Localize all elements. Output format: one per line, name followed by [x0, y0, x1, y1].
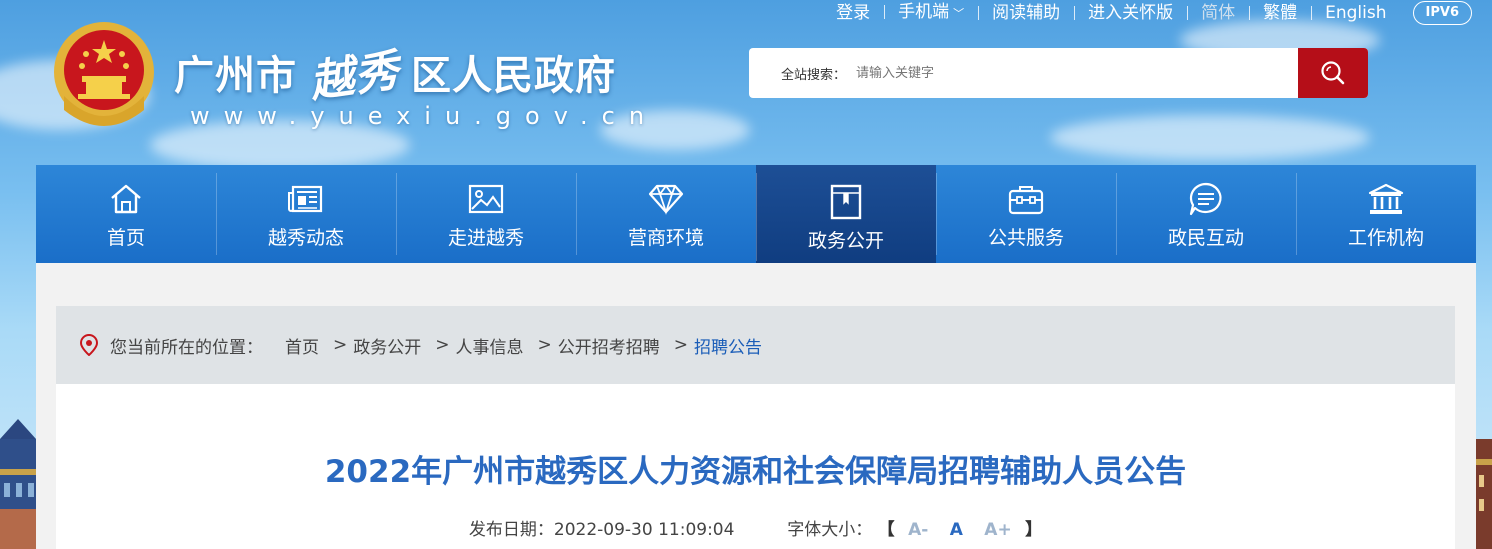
nav-item-public-service[interactable]: 公共服务: [936, 165, 1116, 263]
bracket-close: 】: [1025, 520, 1043, 540]
main-nav: 首页 越秀动态 走进越秀 营商环境 政务公开 公共服务 政民互动 工作机构: [36, 165, 1476, 269]
nav-item-interaction[interactable]: 政民互动: [1116, 165, 1296, 263]
home-icon: [106, 179, 146, 219]
left-building-illustration: [0, 419, 36, 549]
breadcrumb-recruitment[interactable]: 公开招考招聘: [558, 333, 660, 358]
nav-item-gov-affairs[interactable]: 政务公开: [756, 165, 936, 269]
diamond-icon: [646, 179, 686, 219]
nav-label: 政民互动: [1167, 226, 1244, 249]
picture-icon: [466, 179, 506, 219]
site-title-right: 区人民政府: [411, 53, 616, 99]
nav-label: 营商环境: [627, 226, 704, 249]
font-normal-button[interactable]: A: [950, 520, 963, 540]
nav-label: 政务公开: [807, 229, 884, 252]
publish-date-label: 发布日期：: [468, 520, 554, 540]
care-mode-link[interactable]: 进入关怀版: [1074, 1, 1187, 25]
chevron-down-icon: ﹀: [953, 7, 965, 20]
breadcrumb-separator: >: [537, 335, 552, 355]
breadcrumb-current[interactable]: 招聘公告: [694, 333, 762, 358]
traditional-link[interactable]: 繁體: [1249, 1, 1311, 25]
login-link[interactable]: 登录: [822, 1, 884, 25]
breadcrumb-home[interactable]: 首页: [285, 333, 319, 358]
right-building-illustration: [1476, 439, 1492, 549]
search-button[interactable]: [1298, 48, 1368, 98]
national-emblem-logo: [50, 18, 158, 130]
breadcrumb-lead: 您当前所在的位置：: [110, 337, 263, 358]
institution-icon: [1366, 179, 1406, 219]
breadcrumb-separator: >: [435, 335, 450, 355]
breadcrumb-personnel-info[interactable]: 人事信息: [456, 333, 524, 358]
breadcrumb-gov-affairs[interactable]: 政务公开: [353, 333, 421, 358]
location-pin-icon: [80, 334, 98, 356]
bracket-open: 【: [877, 520, 895, 540]
site-title-left: 广州市: [174, 53, 297, 99]
search-label: 全站搜索：: [781, 68, 847, 83]
breadcrumb-separator: >: [673, 335, 688, 355]
newspaper-icon: [286, 179, 326, 219]
publish-date: 2022-09-30 11:09:04: [553, 520, 735, 540]
site-title-calligraphy: 越秀: [306, 44, 403, 108]
chat-icon: [1186, 179, 1226, 219]
site-domain: www.yuexiu.gov.cn: [190, 102, 659, 130]
nav-label: 工作机构: [1347, 226, 1424, 249]
search-icon: [1321, 61, 1345, 85]
mobile-link-label: 手机端: [898, 2, 950, 22]
document-icon: [826, 182, 866, 222]
nav-label: 首页: [106, 226, 145, 249]
nav-label: 走进越秀: [447, 226, 524, 249]
ipv6-badge: IPV6: [1412, 1, 1472, 25]
nav-item-business[interactable]: 营商环境: [576, 165, 756, 263]
font-larger-button[interactable]: A+: [984, 520, 1011, 540]
top-links-bar: 登录 手机端 ﹀ 阅读辅助 进入关怀版 简体 繁體 English IPV6: [822, 0, 1472, 26]
article-title: 2022年广州市越秀区人力资源和社会保障局招聘辅助人员公告: [324, 454, 1187, 490]
english-link[interactable]: English: [1311, 1, 1400, 25]
nav-item-home[interactable]: 首页: [36, 165, 216, 263]
site-search: 全站搜索：: [749, 48, 1368, 98]
briefcase-icon: [1006, 179, 1046, 219]
site-title: 广州市 越秀 区人民政府: [174, 40, 616, 108]
reading-aid-link[interactable]: 阅读辅助: [978, 1, 1074, 25]
main-content: 您当前所在的位置： 首页 > 政务公开 > 人事信息 > 公开招考招聘 > 招聘…: [36, 263, 1476, 549]
nav-label: 公共服务: [987, 226, 1064, 249]
nav-label: 越秀动态: [267, 226, 344, 249]
simplified-link[interactable]: 简体: [1187, 1, 1249, 25]
breadcrumb-separator: >: [333, 335, 348, 355]
font-smaller-button[interactable]: A-: [908, 520, 928, 540]
nav-item-about[interactable]: 走进越秀: [396, 165, 576, 263]
mobile-link[interactable]: 手机端 ﹀: [884, 0, 978, 26]
breadcrumb: 您当前所在的位置： 首页 > 政务公开 > 人事信息 > 公开招考招聘 > 招聘…: [56, 306, 1455, 384]
nav-item-institutions[interactable]: 工作机构: [1296, 165, 1476, 263]
article-panel: 2022年广州市越秀区人力资源和社会保障局招聘辅助人员公告 发布日期：2022-…: [56, 384, 1455, 549]
article-meta: 发布日期：2022-09-30 11:09:04 字体大小： 【 A- A A+…: [56, 515, 1455, 540]
font-size-label: 字体大小：: [787, 520, 873, 540]
nav-item-news[interactable]: 越秀动态: [216, 165, 396, 263]
